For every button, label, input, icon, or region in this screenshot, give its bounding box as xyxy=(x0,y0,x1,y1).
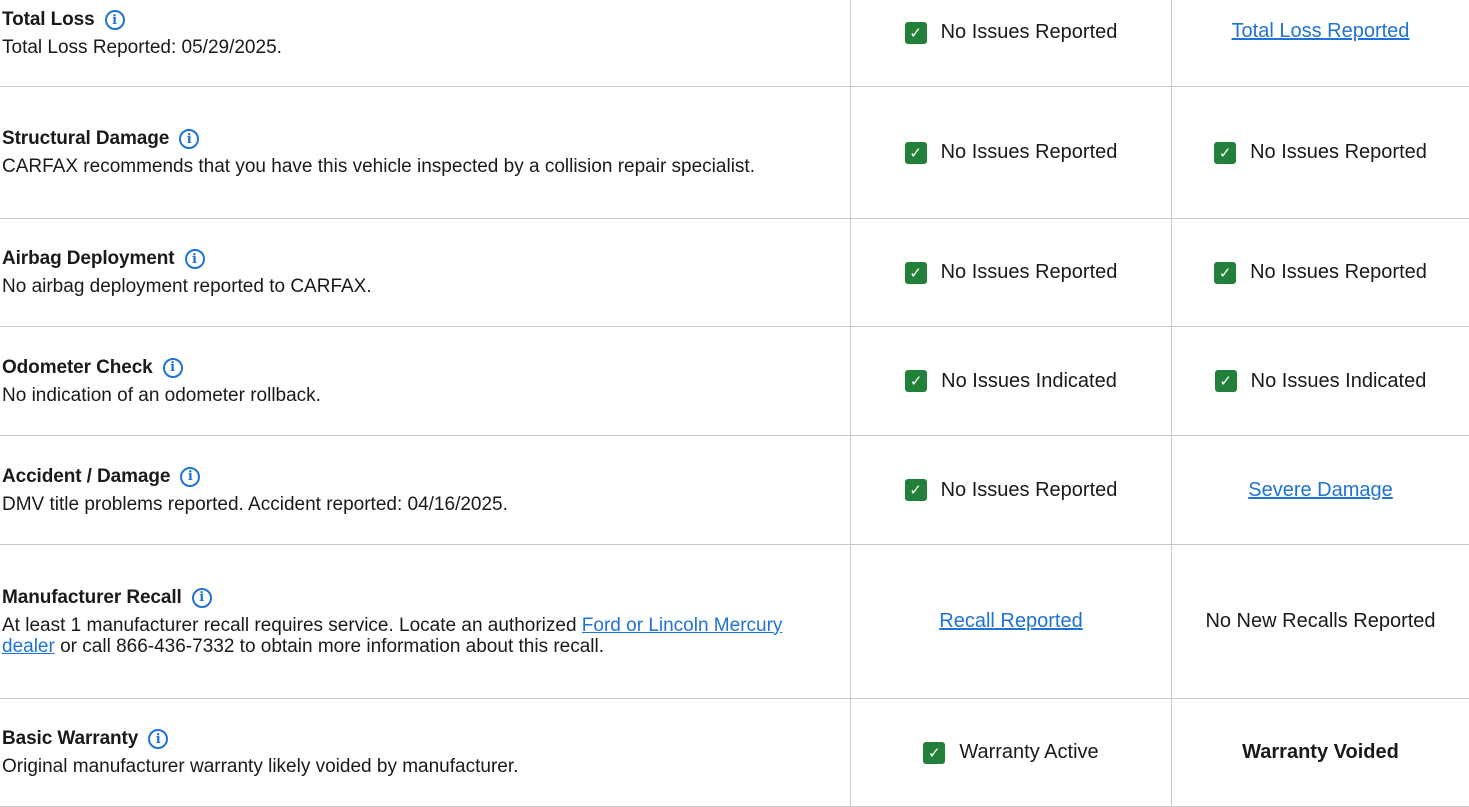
row-description: No indication of an odometer rollback. xyxy=(2,384,321,406)
row-title: Manufacturer Recall xyxy=(2,586,182,608)
status-text: No Issues Reported xyxy=(940,21,1118,43)
status-text: No Issues Indicated xyxy=(941,369,1117,392)
row-description-cell: Total Loss i Total Loss Reported: 05/29/… xyxy=(0,0,850,86)
column-1-cell: ✓ No Issues Reported xyxy=(850,219,1171,326)
info-icon[interactable]: i xyxy=(104,10,125,30)
column-2-cell: No New Recalls Reported xyxy=(1171,545,1469,698)
checkmark-icon: ✓ xyxy=(904,141,927,164)
status-text: Warranty Active xyxy=(959,741,1099,763)
row-description: At least 1 manufacturer recall requires … xyxy=(2,615,830,657)
status-text: Warranty Voided xyxy=(1242,741,1399,763)
row-description-cell: Odometer Check i No indication of an odo… xyxy=(0,327,850,435)
checkmark-icon: ✓ xyxy=(904,479,927,501)
row-title: Accident / Damage xyxy=(2,465,171,487)
row-description-cell: Basic Warranty i Original manufacturer w… xyxy=(0,699,850,806)
checkmark-icon: ✓ xyxy=(904,21,927,44)
column-2-cell: Warranty Voided xyxy=(1171,699,1469,806)
row-title: Structural Damage xyxy=(2,128,170,149)
table-row-odometer-check: Odometer Check i No indication of an odo… xyxy=(0,327,1469,436)
status-text: No Issues Indicated xyxy=(1250,369,1427,392)
recall-reported-link[interactable]: Recall Reported xyxy=(939,610,1082,633)
table-row-manufacturer-recall: Manufacturer Recall i At least 1 manufac… xyxy=(0,545,1469,699)
column-1-cell: ✓ No Issues Reported xyxy=(850,0,1171,86)
column-1-cell: ✓ No Issues Reported xyxy=(850,436,1171,544)
status-text: No Issues Reported xyxy=(1250,141,1427,163)
row-title: Basic Warranty xyxy=(2,728,139,749)
row-description-cell: Airbag Deployment i No airbag deployment… xyxy=(0,219,850,326)
status-text: No Issues Reported xyxy=(940,478,1118,501)
column-2-cell: ✓ No Issues Reported xyxy=(1171,219,1469,326)
total-loss-reported-link[interactable]: Total Loss Reported xyxy=(1232,20,1410,43)
table-row-basic-warranty: Basic Warranty i Original manufacturer w… xyxy=(0,699,1469,807)
column-2-cell: Total Loss Reported xyxy=(1171,0,1469,86)
row-description-cell: Accident / Damage i DMV title problems r… xyxy=(0,436,850,544)
checkmark-icon: ✓ xyxy=(904,261,927,284)
row-title: Airbag Deployment xyxy=(2,248,175,269)
row-description-cell: Structural Damage i CARFAX recommends th… xyxy=(0,87,850,218)
severe-damage-link[interactable]: Severe Damage xyxy=(1248,479,1393,502)
checkmark-icon: ✓ xyxy=(1214,261,1237,284)
column-1-cell: ✓ No Issues Reported xyxy=(850,87,1171,218)
table-row-total-loss: Total Loss i Total Loss Reported: 05/29/… xyxy=(0,0,1469,87)
row-description: CARFAX recommends that you have this veh… xyxy=(2,156,755,177)
table-row-accident-damage: Accident / Damage i DMV title problems r… xyxy=(0,436,1469,545)
status-text: No Issues Reported xyxy=(1250,261,1427,283)
info-icon[interactable]: i xyxy=(180,466,201,487)
info-icon[interactable]: i xyxy=(191,587,212,608)
table-row-airbag-deployment: Airbag Deployment i No airbag deployment… xyxy=(0,219,1469,327)
column-1-cell: ✓ No Issues Indicated xyxy=(850,327,1171,435)
status-text: No New Recalls Reported xyxy=(1205,610,1436,632)
row-description: DMV title problems reported. Accident re… xyxy=(2,493,508,515)
recall-text-before: At least 1 manufacturer recall requires … xyxy=(2,614,582,636)
checkmark-icon: ✓ xyxy=(1214,370,1237,392)
column-1-cell: Recall Reported xyxy=(850,545,1171,698)
recall-text-after: or call 866-436-7332 to obtain more info… xyxy=(54,635,605,657)
column-2-cell: Severe Damage xyxy=(1171,436,1469,544)
row-description-cell: Manufacturer Recall i At least 1 manufac… xyxy=(0,545,850,698)
row-description: Total Loss Reported: 05/29/2025. xyxy=(2,37,282,58)
checkmark-icon: ✓ xyxy=(905,370,928,392)
row-title: Total Loss xyxy=(2,9,95,30)
status-text: No Issues Reported xyxy=(940,261,1118,283)
column-2-cell: ✓ No Issues Reported xyxy=(1171,87,1469,218)
checkmark-icon: ✓ xyxy=(923,741,946,764)
table-row-structural-damage: Structural Damage i CARFAX recommends th… xyxy=(0,87,1469,219)
info-icon[interactable]: i xyxy=(162,357,183,378)
column-1-cell: ✓ Warranty Active xyxy=(850,699,1171,806)
info-icon[interactable]: i xyxy=(148,729,169,749)
vehicle-history-table: Total Loss i Total Loss Reported: 05/29/… xyxy=(0,0,1469,807)
row-title: Odometer Check xyxy=(2,356,153,378)
row-description: Original manufacturer warranty likely vo… xyxy=(2,756,519,777)
checkmark-icon: ✓ xyxy=(1214,141,1237,164)
status-text: No Issues Reported xyxy=(940,141,1118,163)
info-icon[interactable]: i xyxy=(184,249,205,269)
info-icon[interactable]: i xyxy=(179,129,200,149)
column-2-cell: ✓ No Issues Indicated xyxy=(1171,327,1469,435)
row-description: No airbag deployment reported to CARFAX. xyxy=(2,276,372,297)
